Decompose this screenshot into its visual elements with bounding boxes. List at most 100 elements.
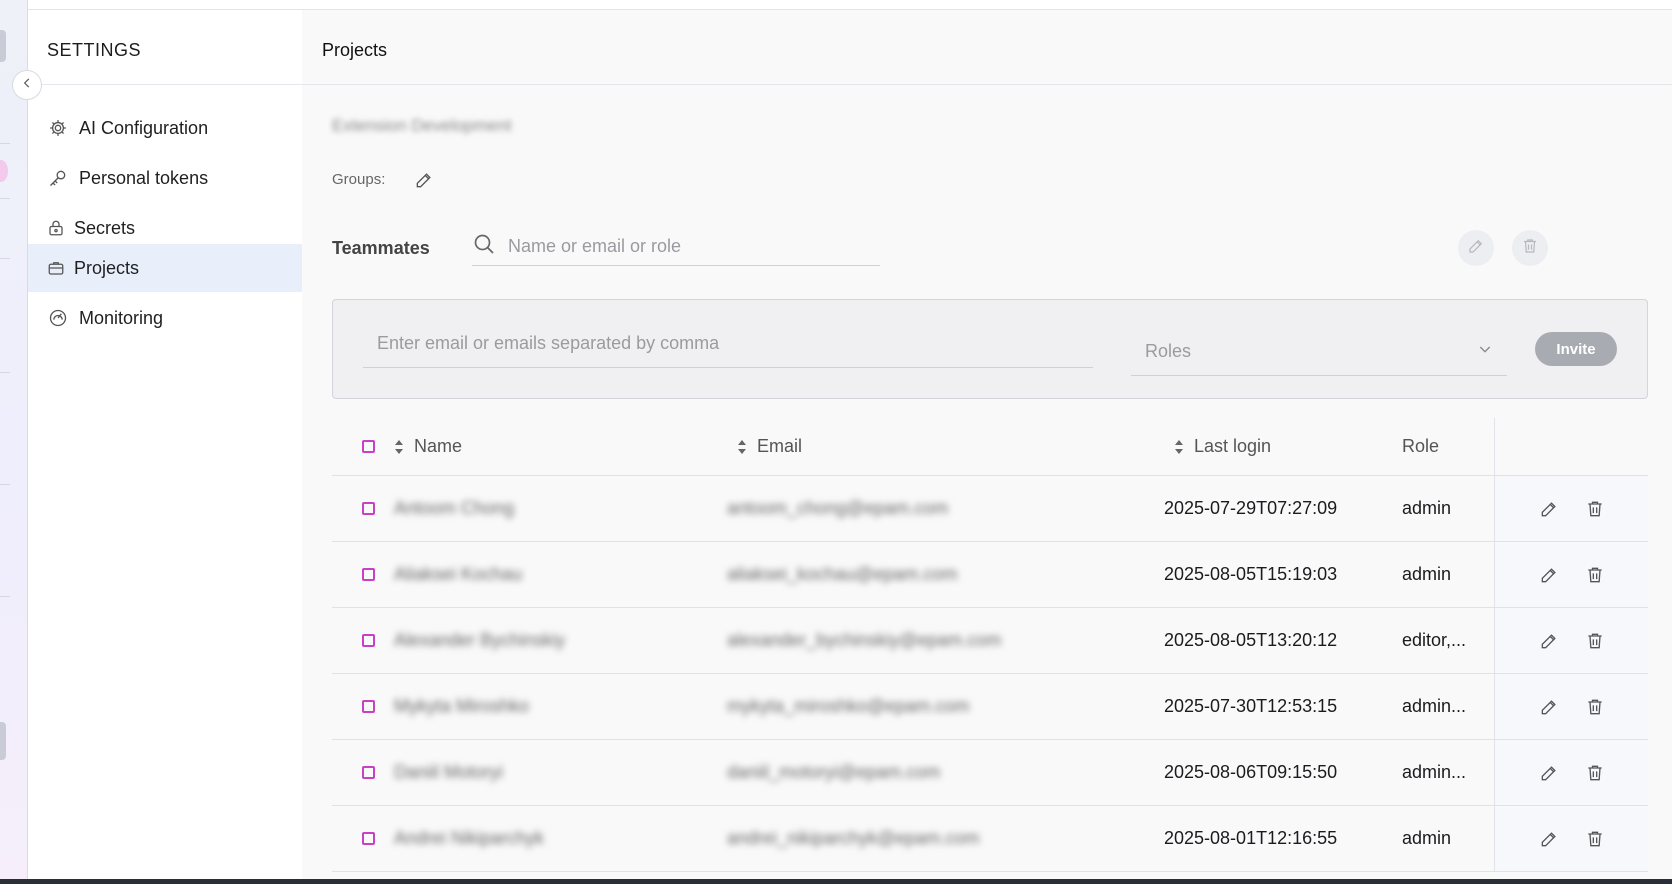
dashboard-icon — [47, 307, 69, 329]
row-actions — [1494, 608, 1648, 673]
main-header: Projects — [302, 10, 1672, 85]
teammate-role: admin... — [1402, 762, 1467, 782]
trash-icon[interactable] — [1585, 499, 1605, 519]
row-checkbox[interactable] — [362, 674, 375, 739]
collapse-sidebar-button[interactable] — [12, 70, 42, 100]
row-actions — [1494, 542, 1648, 607]
rail-item[interactable] — [0, 30, 6, 62]
rail-item[interactable] — [0, 722, 6, 760]
table-row: Alexander Bychinskiy alexander_bychinski… — [332, 608, 1648, 674]
bulk-edit-button[interactable] — [1458, 230, 1494, 266]
teammate-last-login: 2025-07-30T12:53:15 — [1164, 696, 1338, 716]
column-header-role: Role — [1402, 436, 1440, 456]
edit-icon[interactable] — [1539, 499, 1559, 519]
teammate-role: admin... — [1402, 696, 1467, 716]
teammate-role: admin — [1402, 828, 1452, 848]
sidebar-item-label: Monitoring — [79, 307, 164, 328]
sidebar-item-ai-configuration[interactable]: AI Configuration — [28, 104, 302, 152]
teammate-email: andrei_nikiparchyk@epam.com — [727, 828, 980, 848]
chevron-left-icon — [20, 76, 34, 95]
sidebar-item-label: AI Configuration — [79, 117, 209, 138]
teammates-table: Name Email Last login Role Antoom Chong … — [332, 418, 1648, 872]
page-title: Projects — [322, 40, 388, 60]
sidebar-item-personal-tokens[interactable]: Personal tokens — [28, 154, 302, 202]
rail-divider — [0, 143, 10, 144]
row-checkbox[interactable] — [362, 608, 375, 673]
row-actions — [1494, 740, 1648, 805]
column-header-email[interactable]: Email — [737, 418, 802, 475]
teammate-last-login: 2025-07-29T07:27:09 — [1164, 498, 1338, 518]
groups-label: Groups: — [332, 171, 386, 188]
teammate-email: alexander_bychinskiy@epam.com — [727, 630, 1002, 650]
teammate-role: admin — [1402, 564, 1452, 584]
rail-divider — [0, 198, 10, 199]
edit-icon[interactable] — [1539, 697, 1559, 717]
sidebar-title: SETTINGS — [47, 40, 142, 60]
trash-icon[interactable] — [1585, 763, 1605, 783]
rail-avatar[interactable] — [0, 160, 8, 182]
trash-icon[interactable] — [1585, 697, 1605, 717]
teammate-email: antoom_chong@epam.com — [727, 498, 949, 518]
edit-icon[interactable] — [1539, 763, 1559, 783]
sidebar-item-label: Secrets — [74, 217, 136, 238]
table-row: Andrei Nikiparchyk andrei_nikiparchyk@ep… — [332, 806, 1648, 872]
teammate-role: editor,... — [1402, 630, 1467, 650]
lock-icon — [47, 217, 65, 239]
table-row: Daniil Motoryi daniil_motoryi@epam.com 2… — [332, 740, 1648, 806]
table-header: Name Email Last login Role — [332, 418, 1648, 476]
sidebar-divider — [28, 84, 302, 85]
sidebar-item-label: Projects — [74, 257, 140, 278]
select-all-checkbox[interactable] — [362, 418, 375, 475]
row-actions — [1494, 806, 1648, 871]
column-header-name[interactable]: Name — [394, 418, 462, 475]
project-name: Extension Development — [332, 116, 512, 135]
bulk-delete-button[interactable] — [1512, 230, 1548, 266]
teammate-last-login: 2025-08-05T13:20:12 — [1164, 630, 1338, 650]
table-row: Antoom Chong antoom_chong@epam.com 2025-… — [332, 476, 1648, 542]
teammate-email: aliaksei_kochau@epam.com — [727, 564, 958, 584]
trash-icon[interactable] — [1585, 631, 1605, 651]
sort-icon — [737, 438, 747, 456]
column-header-last-login[interactable]: Last login — [1174, 418, 1271, 475]
roles-placeholder: Roles — [1145, 341, 1192, 361]
invite-panel: Roles Invite — [332, 299, 1648, 399]
row-checkbox[interactable] — [362, 806, 375, 871]
invite-email-input[interactable] — [377, 333, 1077, 354]
edit-icon[interactable] — [1539, 631, 1559, 651]
rail-divider — [0, 258, 10, 259]
trash-icon[interactable] — [1585, 565, 1605, 585]
top-border — [0, 0, 1672, 10]
trash-icon — [1521, 237, 1539, 260]
edit-icon[interactable] — [1539, 565, 1559, 585]
row-checkbox[interactable] — [362, 740, 375, 805]
row-checkbox[interactable] — [362, 476, 375, 541]
sort-icon — [394, 438, 404, 456]
teammate-last-login: 2025-08-05T15:19:03 — [1164, 564, 1338, 584]
table-row: Aliaksei Kochau aliaksei_kochau@epam.com… — [332, 542, 1648, 608]
teammate-name: Alexander Bychinskiy — [394, 630, 566, 650]
sidebar-item-projects[interactable]: Projects — [28, 244, 302, 292]
invite-button[interactable]: Invite — [1535, 332, 1617, 366]
teammate-role: admin — [1402, 498, 1452, 518]
roles-select[interactable]: Roles — [1131, 328, 1507, 376]
teammate-last-login: 2025-08-01T12:16:55 — [1164, 828, 1338, 848]
row-checkbox[interactable] — [362, 542, 375, 607]
row-actions — [1494, 674, 1648, 739]
sidebar-item-monitoring[interactable]: Monitoring — [28, 294, 302, 342]
chevron-down-icon — [1477, 341, 1493, 362]
edit-icon[interactable] — [1539, 829, 1559, 849]
edit-groups-icon[interactable] — [414, 170, 434, 190]
search-input[interactable] — [508, 236, 858, 257]
main-content: Projects Extension Development Groups: T… — [302, 10, 1672, 880]
sidebar-item-label: Personal tokens — [79, 167, 209, 188]
trash-icon[interactable] — [1585, 829, 1605, 849]
teammate-name: Mykyta Miroshko — [394, 696, 530, 716]
gear-icon — [47, 117, 69, 139]
taskbar-edge — [0, 879, 1672, 884]
teammate-email: daniil_motoryi@epam.com — [727, 762, 941, 782]
briefcase-icon — [47, 257, 65, 279]
pencil-icon — [1467, 237, 1485, 260]
actions-header — [1494, 418, 1648, 475]
invite-email-field — [363, 320, 1093, 368]
teammate-name: Daniil Motoryi — [394, 762, 504, 782]
